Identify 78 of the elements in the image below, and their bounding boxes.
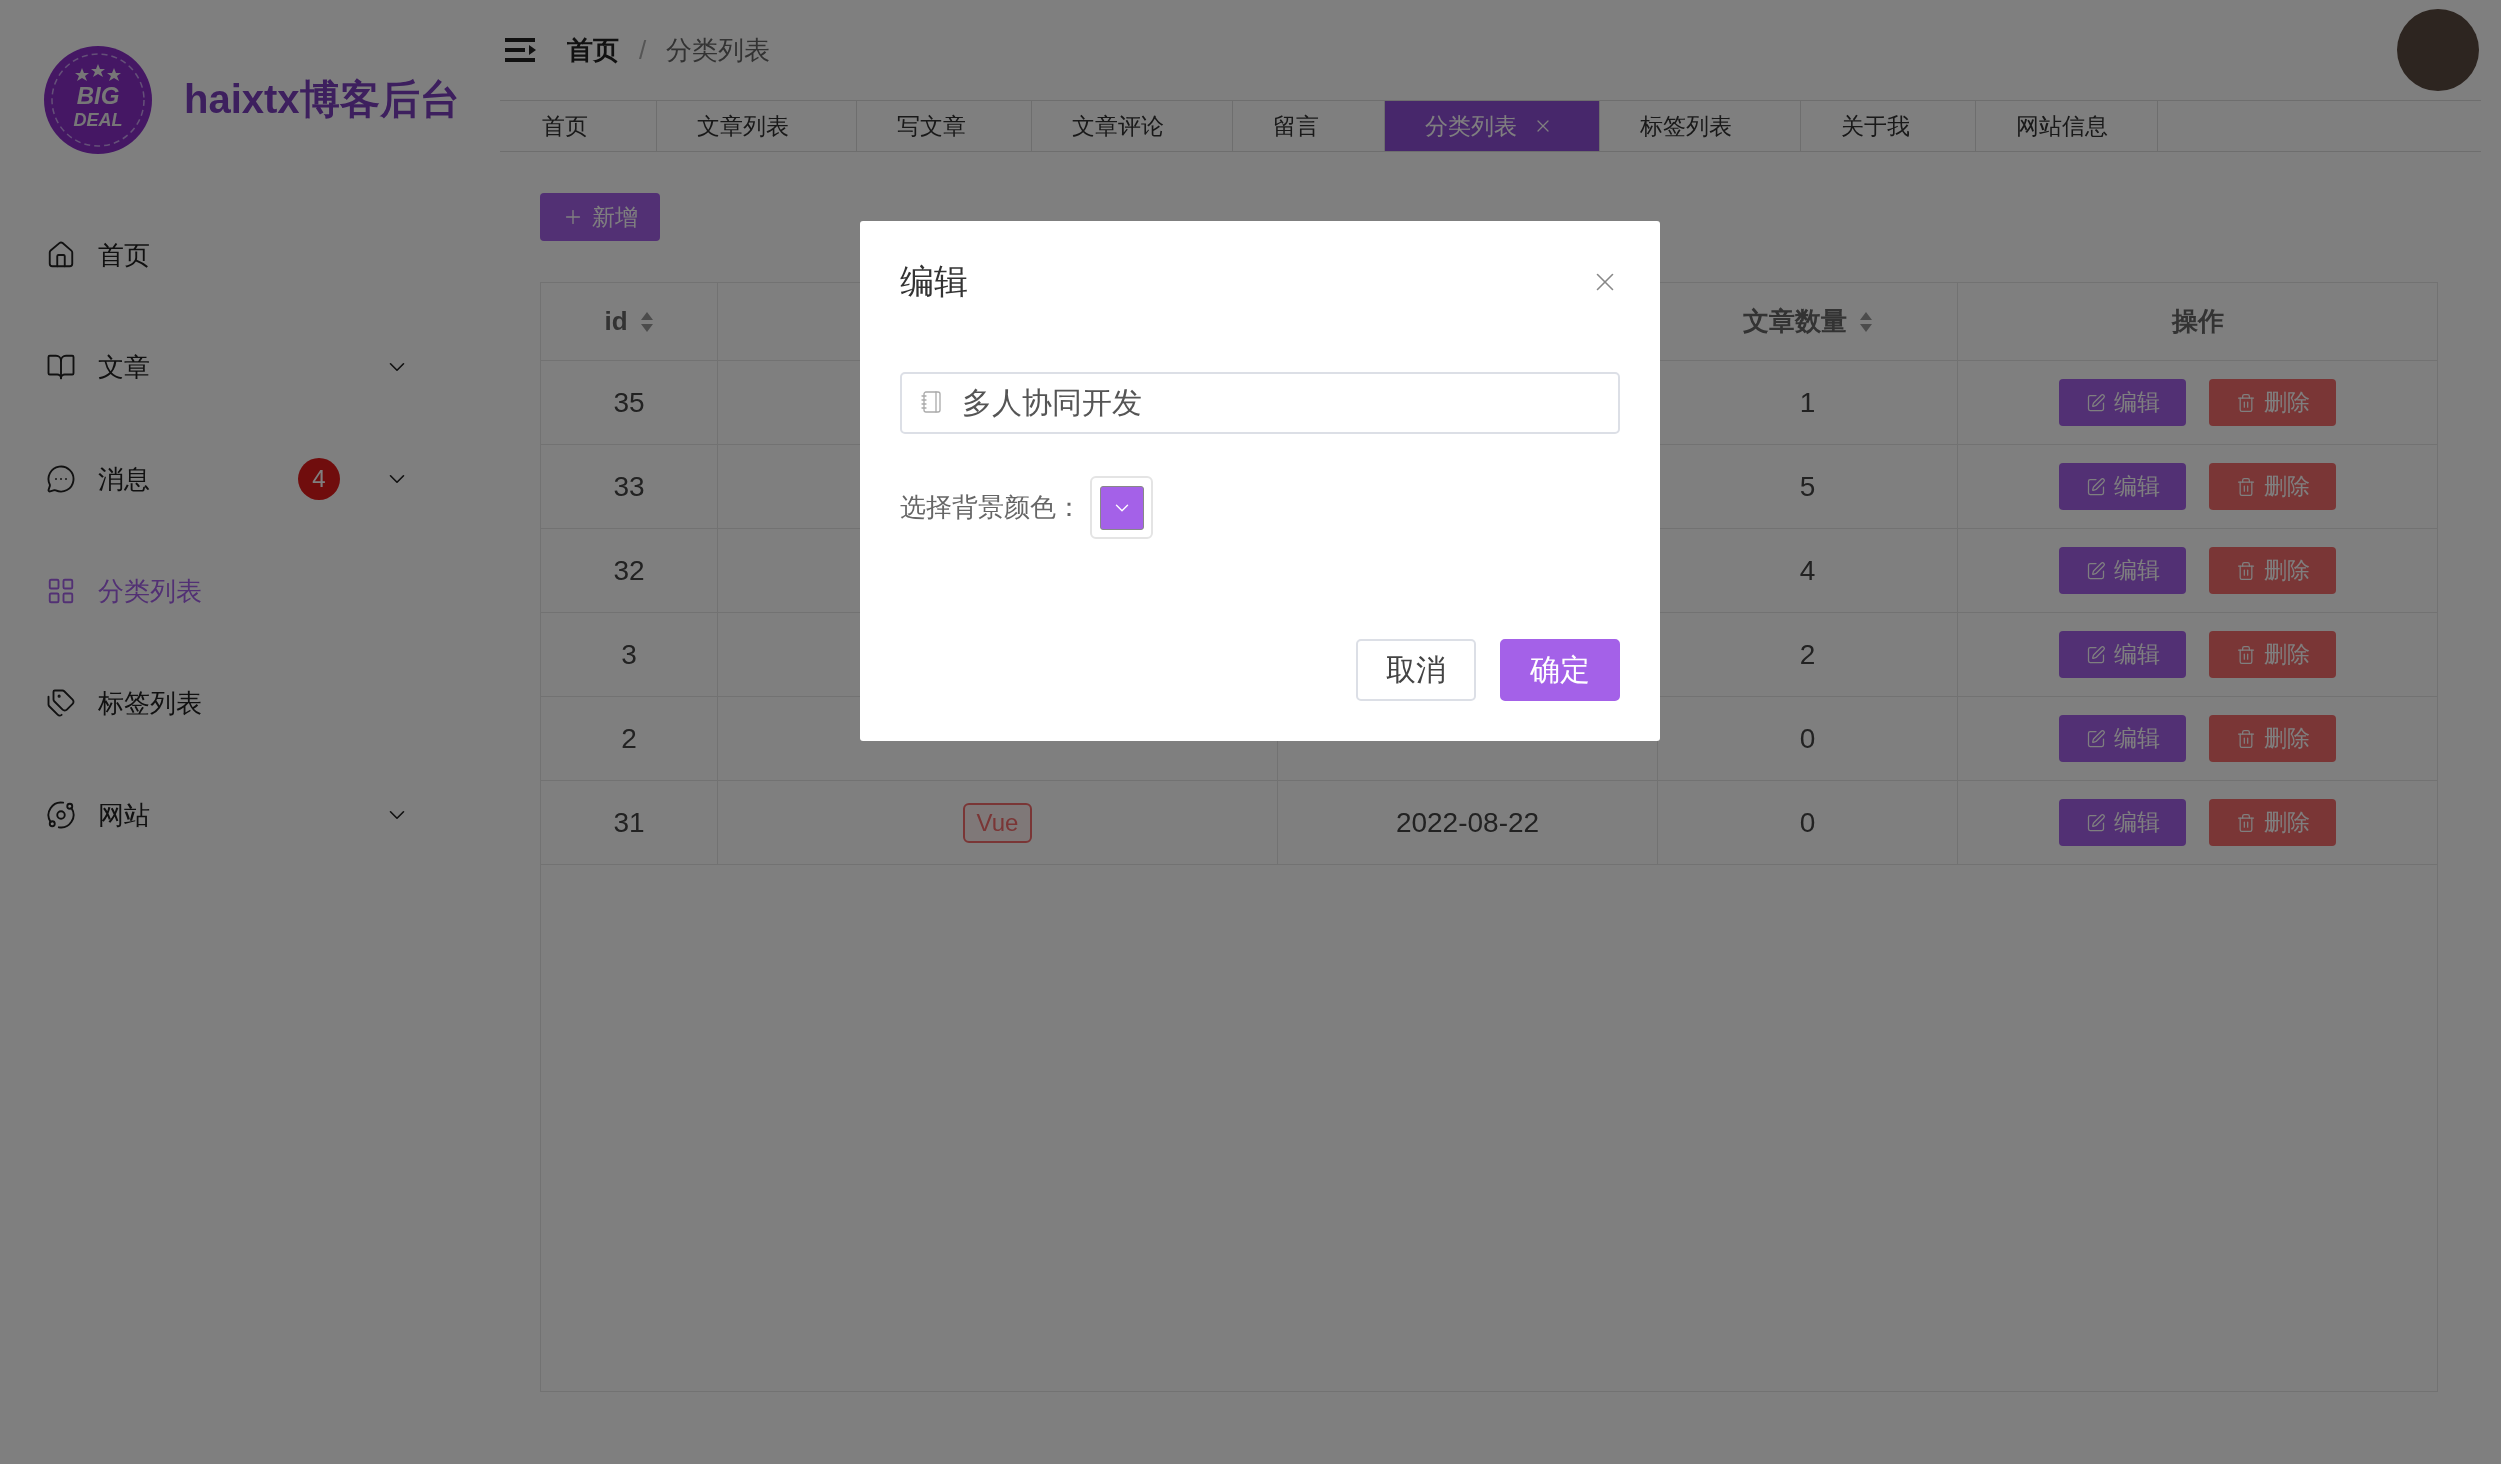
table-cell: 32 (613, 554, 645, 587)
edit-button[interactable]: 编辑 (2059, 547, 2186, 594)
chat-icon (46, 464, 76, 494)
tab[interactable]: 分类列表 (1385, 101, 1600, 151)
grid-icon (46, 576, 76, 606)
category-tag: Vue (962, 802, 1033, 843)
breadcrumb-item[interactable]: 首页 (567, 32, 619, 68)
table-cell: 1 (1799, 386, 1816, 419)
tab[interactable]: 网站信息 (1976, 101, 2158, 151)
tab[interactable]: 首页 (500, 101, 657, 151)
sidebar-item[interactable]: 分类列表 (0, 535, 480, 647)
sidebar-item-label: 网站 (98, 798, 151, 832)
tab[interactable]: 关于我 (1801, 101, 1976, 151)
edit-button[interactable]: 编辑 (2059, 715, 2186, 762)
edit-button[interactable]: 编辑 (2059, 631, 2186, 678)
tab[interactable]: 写文章 (857, 101, 1032, 151)
input-field[interactable]: 多人协同开发 (900, 372, 1620, 434)
trash-icon (2235, 812, 2256, 833)
edit-icon (2085, 644, 2106, 665)
book-icon (46, 352, 76, 382)
sidebar-item[interactable]: 网站 (0, 759, 480, 871)
table-cell: 4 (1799, 554, 1816, 587)
table-cell: 0 (1799, 806, 1816, 839)
edit-icon (2085, 476, 2106, 497)
planet-icon (46, 800, 76, 830)
column-header: 文章数量 (1742, 305, 1847, 338)
field-label: 选择背景颜色： (900, 491, 1082, 524)
dialog-title: 编辑 (900, 261, 968, 302)
table-cell: 2 (621, 722, 637, 755)
breadcrumb-item: 分类列表 (666, 33, 771, 67)
sidebar-item-label: 首页 (98, 238, 151, 272)
table-cell: 3 (621, 638, 637, 671)
table-cell: 2022-08-22 (1395, 806, 1540, 839)
edit-icon (2085, 560, 2106, 581)
tab[interactable]: 文章评论 (1032, 101, 1233, 151)
trash-icon (2235, 728, 2256, 749)
sidebar-item-label: 分类列表 (98, 574, 203, 608)
trash-icon (2235, 560, 2256, 581)
trash-icon (2235, 392, 2256, 413)
sidebar-item[interactable]: 文章 (0, 311, 480, 423)
table-cell: 35 (613, 386, 645, 419)
add-button[interactable]: 新增 (540, 193, 660, 241)
confirm-button[interactable]: 确定 (1500, 639, 1620, 701)
table-cell: 5 (1799, 470, 1816, 503)
sidebar-item[interactable]: 首页 (0, 199, 480, 311)
tab[interactable]: 文章列表 (657, 101, 857, 151)
trash-icon (2235, 644, 2256, 665)
sort-icon[interactable] (1858, 310, 1873, 333)
tag-icon (46, 688, 76, 718)
color-picker[interactable] (1090, 476, 1153, 539)
menu-icon[interactable] (505, 37, 537, 63)
table-cell: 0 (1799, 722, 1816, 755)
app-title: haixtx博客后台 (184, 76, 460, 123)
sidebar-item-label: 标签列表 (98, 686, 203, 720)
sidebar-item-label: 文章 (98, 350, 151, 384)
trash-icon (2235, 476, 2256, 497)
sort-icon[interactable] (639, 310, 654, 333)
column-header: id (604, 306, 628, 337)
edit-button[interactable]: 编辑 (2059, 799, 2186, 846)
sidebar-item[interactable]: 标签列表 (0, 647, 480, 759)
edit-button[interactable]: 编辑 (2059, 379, 2186, 426)
column-header: 操作 (2171, 305, 2224, 338)
cancel-button[interactable]: 取消 (1356, 639, 1476, 701)
edit-icon (2085, 728, 2106, 749)
table-cell: 33 (613, 470, 645, 503)
notebook-icon (920, 390, 944, 414)
edit-icon (2085, 392, 2106, 413)
tab[interactable]: 标签列表 (1600, 101, 1801, 151)
breadcrumb-separator: / (639, 34, 647, 66)
sidebar-item-label: 消息 (98, 462, 151, 496)
edit-icon (2085, 812, 2106, 833)
table-cell: 31 (613, 806, 645, 839)
sidebar-item[interactable]: 消息 4 (0, 423, 480, 535)
edit-button[interactable]: 编辑 (2059, 463, 2186, 510)
unread-count: 4 (298, 458, 340, 500)
table-cell: 2 (1799, 638, 1816, 671)
logo-badge: BIG DEAL (42, 43, 154, 156)
home-icon (46, 240, 76, 270)
